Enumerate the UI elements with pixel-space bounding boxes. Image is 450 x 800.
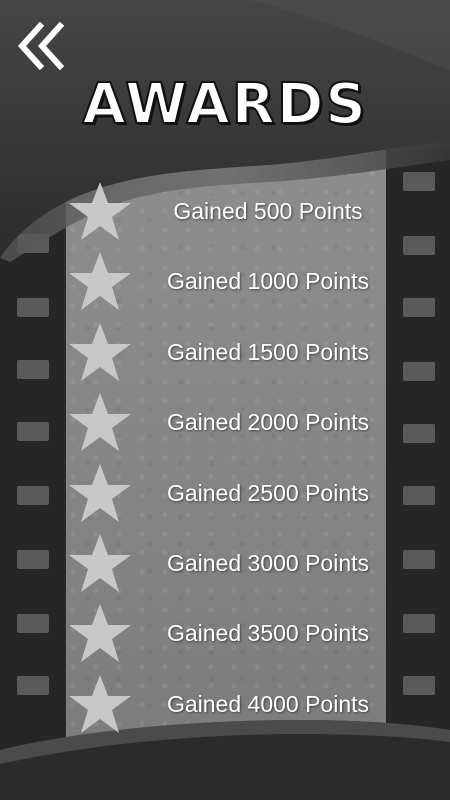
star-icon [69,252,131,311]
award-label: Gained 3500 Points [166,620,370,647]
star-icon [69,604,131,663]
film-hole [17,676,49,695]
star-icon [69,322,131,381]
award-label: Gained 2000 Points [166,409,370,436]
award-item: Gained 2500 Points [66,458,396,528]
star-icon [69,674,131,733]
award-item: Gained 1500 Points [66,317,396,387]
award-label: Gained 1000 Points [166,268,370,295]
award-item: Gained 3000 Points [66,528,396,598]
page-title: AWARDS [81,71,368,138]
film-hole [17,486,49,505]
award-label: Gained 1500 Points [166,338,370,365]
film-hole [403,236,435,255]
award-label: Gained 4000 Points [166,690,370,717]
award-label: Gained 2500 Points [166,479,370,506]
film-hole [403,486,435,505]
film-hole [403,676,435,695]
film-hole [403,550,435,569]
award-item: Gained 500 Points [66,176,396,246]
award-item: Gained 4000 Points [66,669,396,739]
film-hole [17,234,49,253]
film-hole [403,424,435,443]
film-hole [403,362,435,381]
awards-screen: AWARDS Gained 500 Points Gained 1000 Poi… [0,0,450,800]
film-hole [403,298,435,317]
film-hole [17,298,49,317]
film-hole [403,614,435,633]
award-item: Gained 1000 Points [66,246,396,316]
film-strip-left [0,150,64,770]
award-list: Gained 500 Points Gained 1000 Points Gai… [66,176,396,739]
award-item: Gained 3500 Points [66,598,396,668]
star-icon [69,393,131,452]
film-hole [17,360,49,379]
star-icon [69,463,131,522]
double-chevron-left-icon [17,21,65,71]
award-label: Gained 500 Points [173,198,363,224]
award-label: Gained 3000 Points [166,549,370,576]
award-item: Gained 2000 Points [66,387,396,457]
star-icon [69,182,131,240]
film-hole [17,614,49,633]
film-hole [17,550,49,569]
back-button[interactable] [17,21,66,71]
film-hole [17,422,49,441]
star-icon [69,533,131,592]
film-hole [403,172,435,191]
